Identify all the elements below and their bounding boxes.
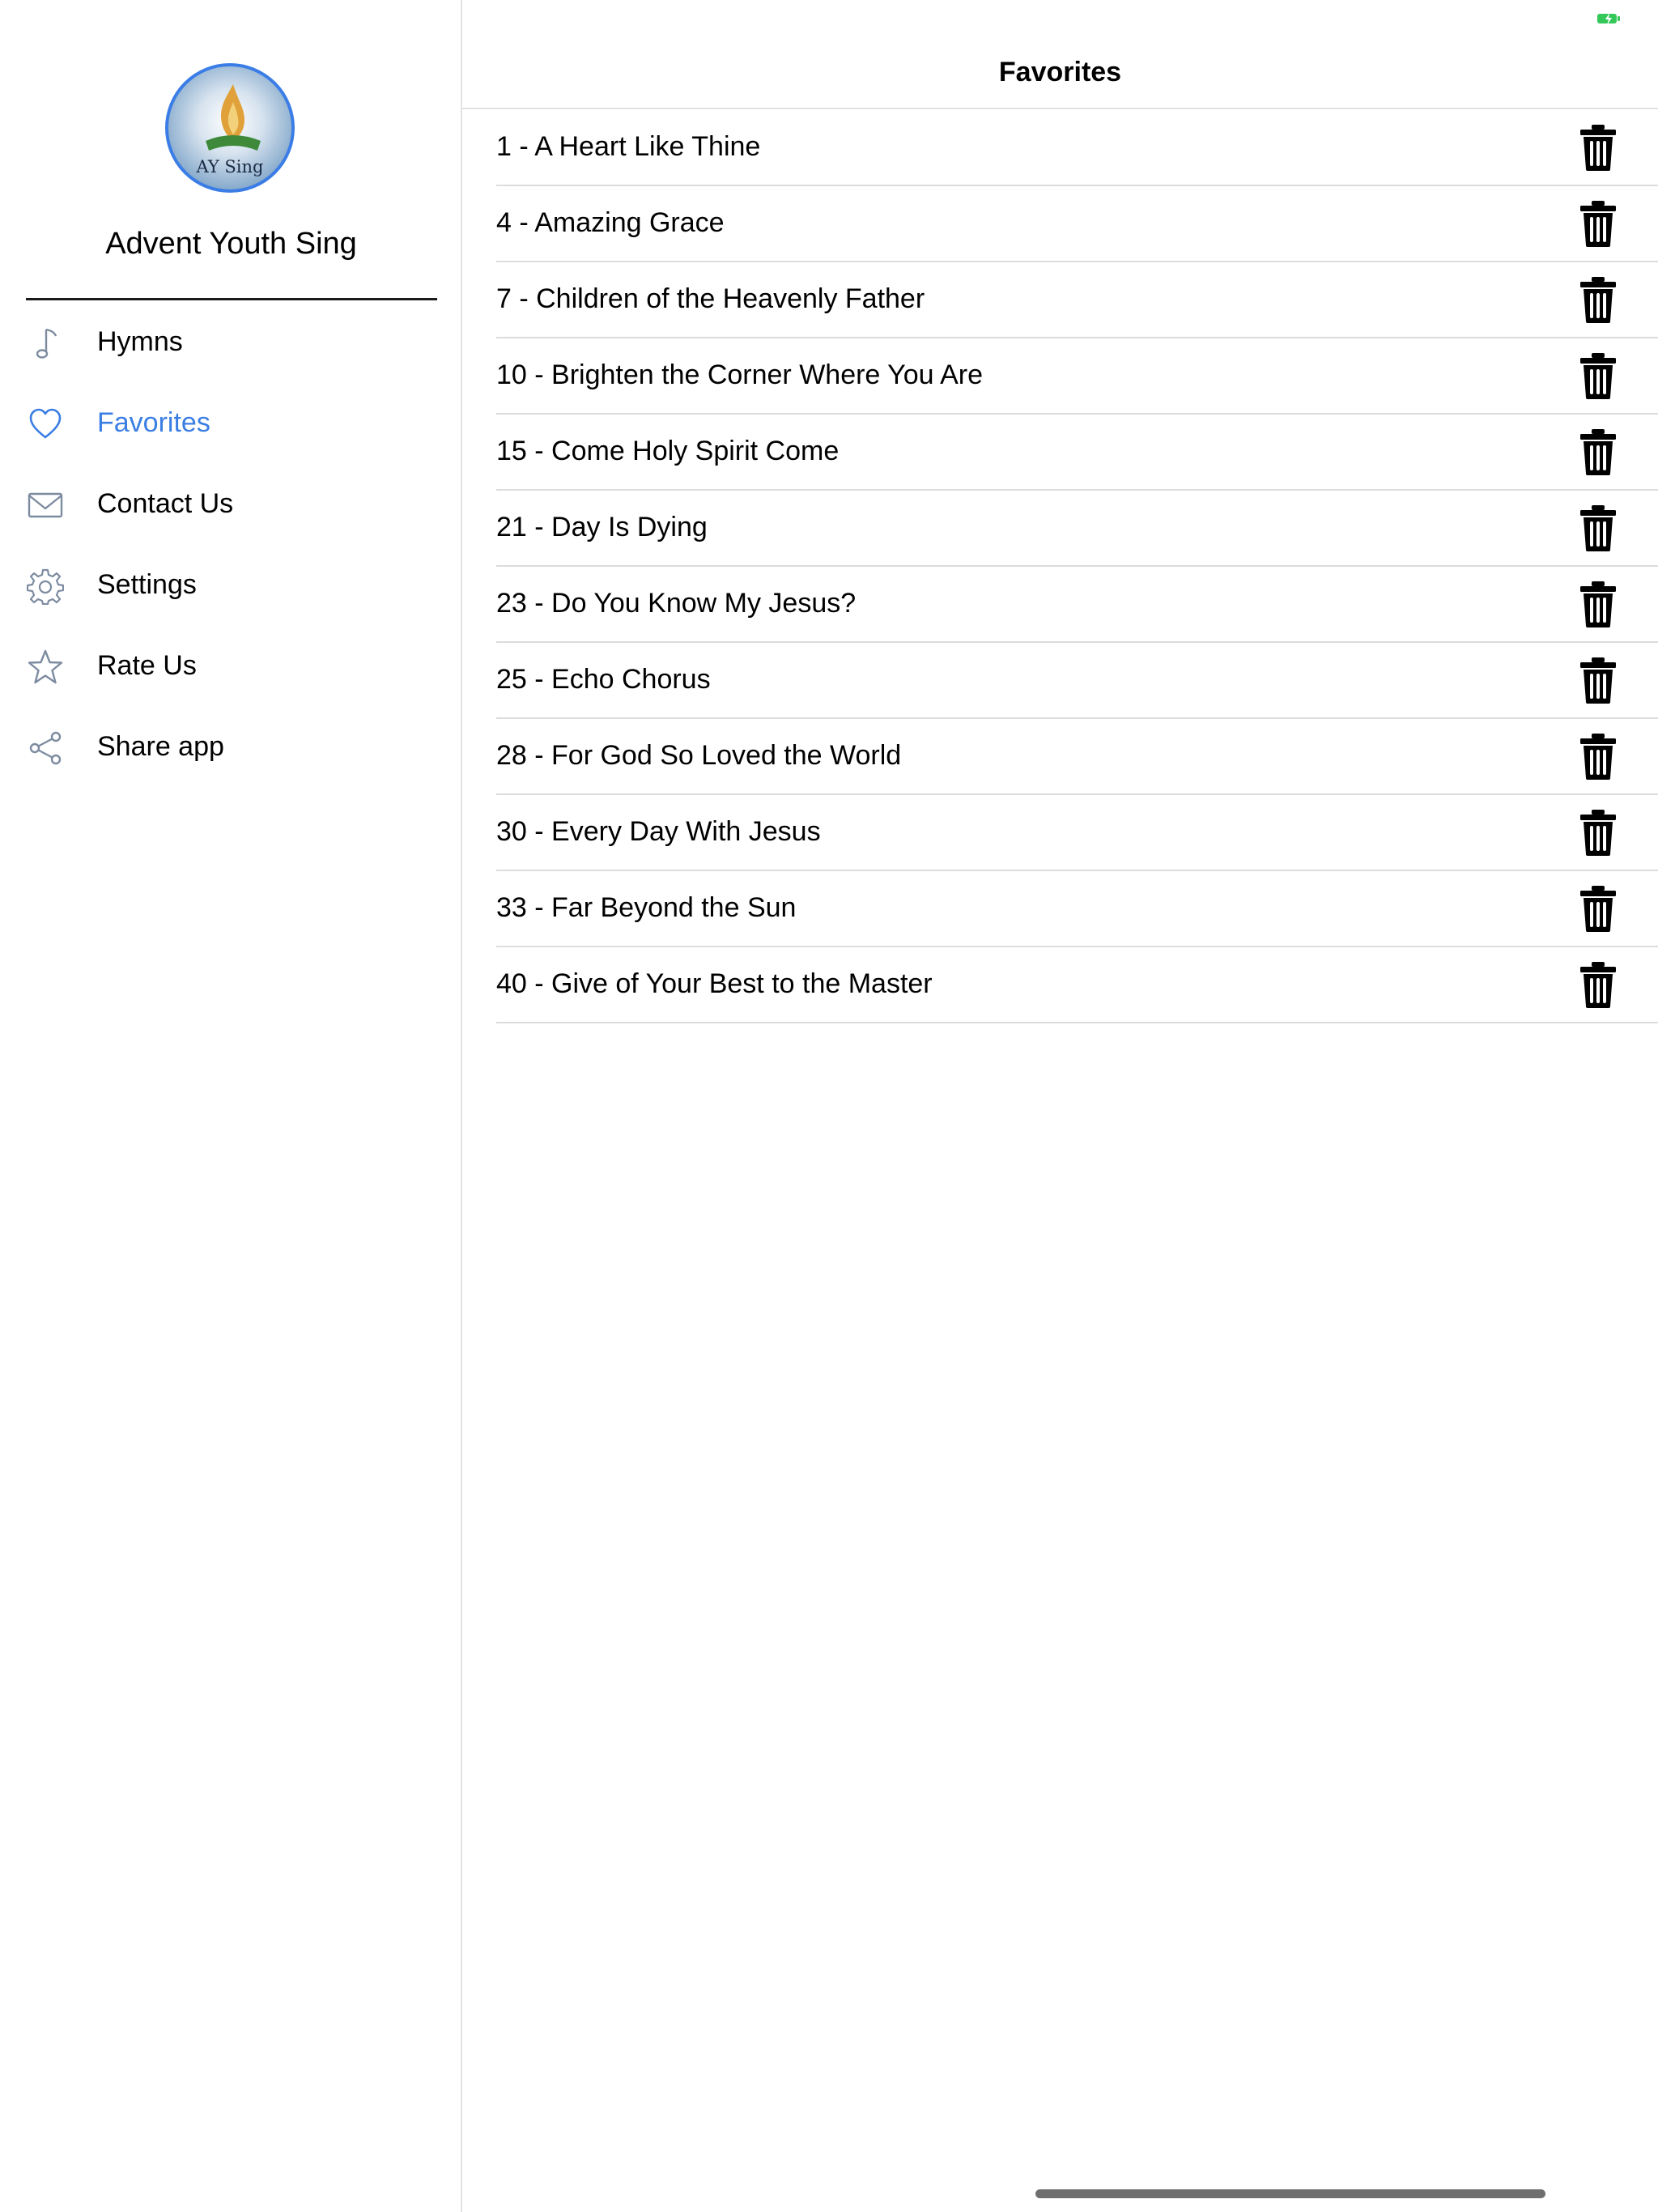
sidebar-item-label: Share app [97,730,224,762]
trash-icon[interactable] [1579,199,1618,248]
page-title: Favorites [998,57,1122,87]
sidebar: AY Sing Advent Youth Sing Hymns Favorite… [0,0,462,2212]
hymn-title: 15 - Come Holy Spirit Come [496,436,840,466]
trash-icon[interactable] [1579,351,1618,400]
sidebar-item-settings[interactable]: Settings [0,544,462,625]
hymn-title: 1 - A Heart Like Thine [496,131,761,162]
hymn-title: 33 - Far Beyond the Sun [496,892,797,923]
battery-icon [1597,13,1620,25]
hymn-title: 7 - Children of the Heavenly Father [496,283,925,314]
sidebar-divider [26,298,437,300]
navbar-divider [462,108,1658,109]
sidebar-menu: Hymns Favorites Contact Us Settings Rate… [0,301,462,787]
hymn-title: 10 - Brighten the Corner Where You Are [496,359,984,390]
star-icon [28,649,63,684]
hymn-title: 4 - Amazing Grace [496,207,725,238]
share-icon [29,731,62,765]
sidebar-item-label: Favorites [97,406,210,438]
trash-icon[interactable] [1579,656,1618,704]
home-indicator [1035,2189,1545,2198]
list-item[interactable]: 23 - Do You Know My Jesus? [496,567,1658,643]
list-item[interactable]: 25 - Echo Chorus [496,643,1658,719]
list-item[interactable]: 21 - Day Is Dying [496,491,1658,567]
list-item[interactable]: 40 - Give of Your Best to the Master [496,947,1658,1023]
list-item[interactable]: 28 - For God So Loved the World [496,719,1658,795]
heart-icon [29,408,62,439]
list-item[interactable]: 7 - Children of the Heavenly Father [496,262,1658,338]
trash-icon[interactable] [1579,884,1618,933]
trash-icon[interactable] [1579,275,1618,324]
logo-text: AY Sing [196,157,264,177]
trash-icon[interactable] [1579,960,1618,1009]
list-item[interactable]: 33 - Far Beyond the Sun [496,871,1658,947]
hymn-title: 23 - Do You Know My Jesus? [496,588,857,619]
list-item[interactable]: 10 - Brighten the Corner Where You Are [496,338,1658,415]
sidebar-item-hymns[interactable]: Hymns [0,301,462,382]
trash-icon[interactable] [1579,808,1618,857]
favorites-list: 1 - A Heart Like Thine 4 - Amazing Grace 7… [462,110,1658,1023]
main-panel: Favorites 1 - A Heart Like Thine 4 - Amaz… [462,0,1658,2212]
sidebar-item-label: Hymns [97,325,183,357]
sidebar-item-label: Rate Us [97,649,197,681]
hymn-title: 40 - Give of Your Best to the Master [496,968,933,999]
sidebar-item-favorites[interactable]: Favorites [0,382,462,463]
app-name: Advent Youth Sing [105,227,357,261]
list-item[interactable]: 15 - Come Holy Spirit Come [496,415,1658,491]
music-note-icon [36,328,57,359]
trash-icon[interactable] [1579,504,1618,552]
trash-icon[interactable] [1579,428,1618,476]
list-item[interactable]: 4 - Amazing Grace [496,186,1658,262]
sidebar-item-label: Contact Us [97,487,234,519]
trash-icon[interactable] [1579,123,1618,172]
gear-icon [27,568,64,605]
trash-icon[interactable] [1579,732,1618,781]
sidebar-item-rate-us[interactable]: Rate Us [0,625,462,706]
hymn-title: 28 - For God So Loved the World [496,740,902,771]
sidebar-item-label: Settings [97,568,197,600]
envelope-icon [28,492,63,518]
list-item[interactable]: 1 - A Heart Like Thine [496,110,1658,186]
sidebar-item-contact-us[interactable]: Contact Us [0,463,462,544]
app-logo: AY Sing [165,63,295,193]
list-item[interactable]: 30 - Every Day With Jesus [496,795,1658,871]
hymn-title: 30 - Every Day With Jesus [496,816,821,847]
sidebar-item-share-app[interactable]: Share app [0,706,462,787]
trash-icon[interactable] [1579,580,1618,628]
hymn-title: 25 - Echo Chorus [496,664,711,695]
hymn-title: 21 - Day Is Dying [496,512,708,542]
